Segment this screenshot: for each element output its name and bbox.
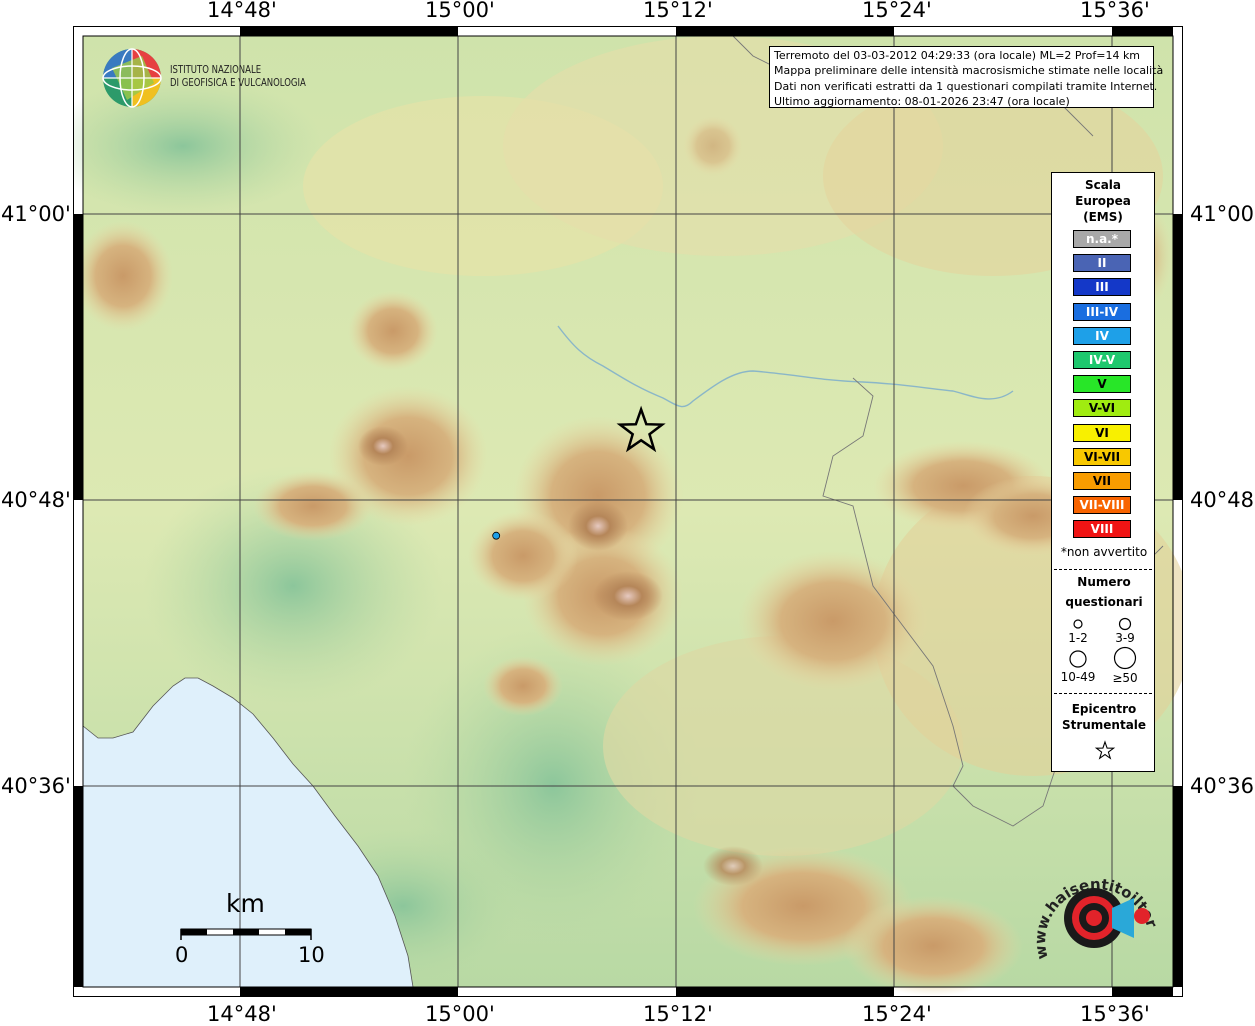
intensity-swatch: II	[1073, 254, 1131, 273]
epicenter-legend-star-icon	[1094, 740, 1116, 760]
legend-divider-2	[1054, 693, 1152, 694]
haisentito-logo-icon: www.haisentitoilterremoto.it	[1030, 858, 1160, 961]
intensity-swatch: V-VI	[1073, 399, 1131, 418]
lon-label-bottom-5: 15°36'	[1080, 1002, 1150, 1026]
legend-title-line3: (EMS)	[1083, 210, 1123, 224]
lon-label-bottom-2: 15°00'	[425, 1002, 495, 1026]
scale-bar-max: 10	[298, 943, 325, 967]
epicenter-title-1: Epicentro	[1071, 702, 1137, 716]
size-label-10-49: 10-49	[1060, 670, 1096, 684]
questionnaires-title-1: Numero	[1077, 575, 1131, 589]
map-frame[interactable]	[73, 26, 1183, 997]
lat-label-right-3: 40°36'	[1190, 774, 1255, 798]
lon-label-top-2: 15°00'	[425, 0, 495, 22]
info-line-map: Mappa preliminare delle intensità macros…	[774, 64, 1164, 78]
info-line-update: Ultimo aggiornamento: 08-01-2026 23:47 (…	[774, 94, 1070, 108]
legend-panel: Scala Europea (EMS) n.a.* II III III-IV IV IV…	[1051, 172, 1155, 772]
info-line-event: Terremoto del 03-03-2012 04:29:33 (ora l…	[774, 49, 1141, 62]
legend-title: Scala Europea (EMS)	[1052, 177, 1154, 225]
legend-divider-1	[1054, 569, 1152, 570]
intensity-swatch: VII-VIII	[1073, 496, 1131, 515]
questionnaires-title-2: questionari	[1065, 595, 1143, 609]
scale-bar-min: 0	[175, 943, 189, 967]
lon-label-top-5: 15°36'	[1080, 0, 1150, 22]
intensity-swatch: VI-VII	[1073, 447, 1131, 466]
legend-title-line1: Scala	[1084, 178, 1122, 192]
intensity-swatch: V	[1073, 375, 1131, 394]
lon-label-top-4: 15°24'	[862, 0, 932, 22]
map-canvas[interactable]	[73, 26, 1183, 997]
intensity-swatch: VII	[1073, 472, 1131, 490]
lat-label-left-1: 41°00'	[1, 202, 71, 226]
lat-label-left-2: 40°48'	[1, 488, 71, 512]
intensity-swatch: III-IV	[1073, 302, 1131, 321]
ingv-logo-text: ISTITUTO NAZIONALE DI GEOFISICA E VULCAN…	[170, 64, 306, 90]
size-label-50plus: ≥50	[1112, 671, 1138, 685]
ingv-logo-line1: ISTITUTO NAZIONALE	[170, 64, 262, 76]
intensity-swatch: IV	[1073, 326, 1131, 345]
intensity-swatch: IV-V	[1073, 351, 1131, 369]
lon-label-top-3: 15°12'	[643, 0, 713, 22]
intensity-swatch: n.a.*	[1073, 230, 1131, 248]
info-line-data: Dati non verificati estratti da 1 questi…	[774, 79, 1158, 93]
legend-title-line2: Europea	[1075, 194, 1131, 208]
lon-label-top-1: 14°48'	[207, 0, 277, 22]
event-info-box: Terremoto del 03-03-2012 04:29:33 (ora l…	[769, 46, 1164, 108]
lat-label-right-1: 41°00'	[1190, 202, 1255, 226]
size-label-1-2: 1-2	[1068, 631, 1088, 645]
lon-label-bottom-3: 15°12'	[643, 1002, 713, 1026]
lat-label-right-2: 40°48'	[1190, 488, 1255, 512]
intensity-swatch: III	[1073, 278, 1131, 297]
size-label-3-9: 3-9	[1115, 631, 1135, 645]
observation-point[interactable]	[492, 531, 501, 540]
ingv-logo-line2: DI GEOFISICA E VULCANOLOGIA	[170, 77, 306, 89]
intensity-swatch: VI	[1073, 423, 1131, 442]
lon-label-bottom-4: 15°24'	[862, 1002, 932, 1026]
scale-bar-unit: km	[226, 889, 265, 918]
epicenter-title-2: Strumentale	[1061, 718, 1147, 732]
lon-label-bottom-1: 14°48'	[207, 1002, 277, 1026]
ingv-logo-icon	[102, 48, 162, 108]
lat-label-left-3: 40°36'	[1, 774, 71, 798]
intensity-swatch: VIII	[1073, 520, 1131, 539]
not-felt-note: *non avvertito	[1060, 545, 1148, 559]
